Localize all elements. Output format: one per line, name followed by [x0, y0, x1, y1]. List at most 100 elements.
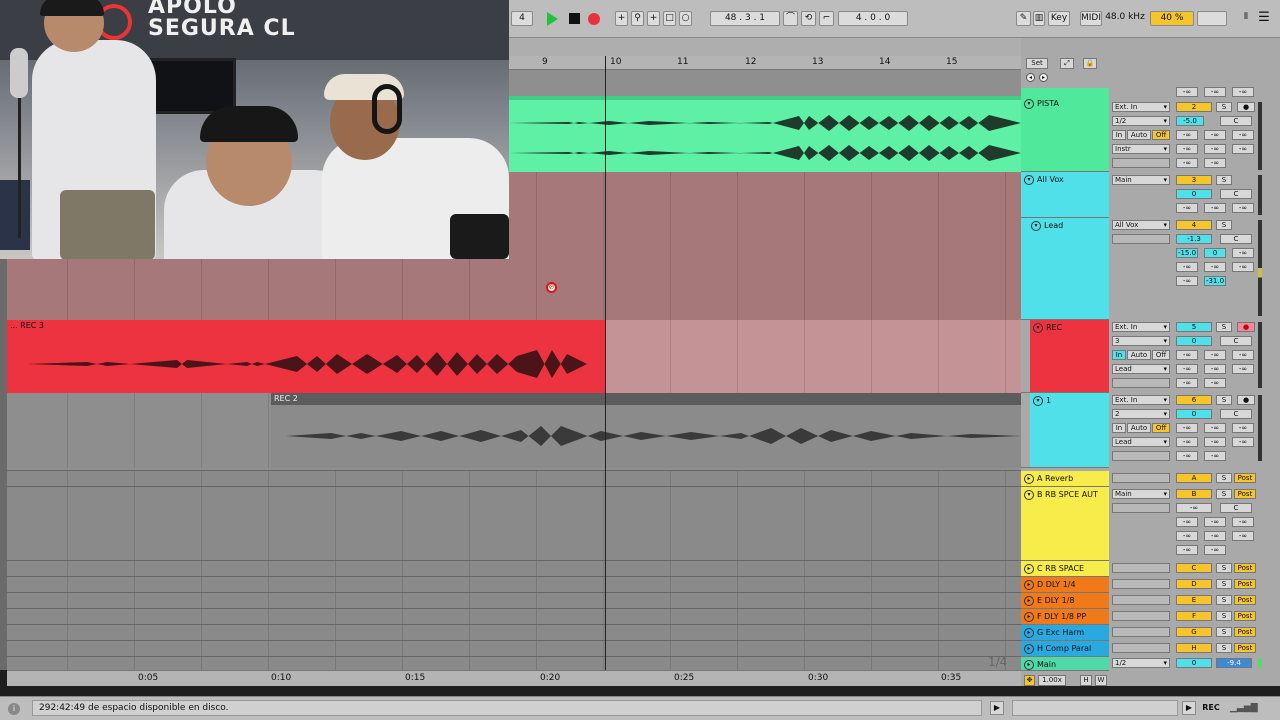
- solo-button[interactable]: S: [1216, 395, 1232, 405]
- monitor-in-button[interactable]: In: [1112, 423, 1126, 433]
- arrangement-position[interactable]: 48 . 3 . 1: [710, 11, 780, 26]
- send-knob[interactable]: -∞: [1232, 248, 1254, 258]
- record-icon[interactable]: [588, 13, 600, 25]
- send-knob[interactable]: -∞: [1176, 378, 1198, 388]
- return-header-d[interactable]: ▸ D DLY 1/4: [1021, 577, 1109, 593]
- output-channel-select[interactable]: [1112, 503, 1170, 513]
- pan-field[interactable]: C: [1220, 503, 1252, 513]
- volume-field[interactable]: 0: [1176, 336, 1212, 346]
- solo-button[interactable]: S: [1216, 220, 1232, 230]
- lane-return-c[interactable]: [0, 560, 1021, 576]
- track-number[interactable]: 3: [1176, 175, 1212, 185]
- time-ruler[interactable]: 0:05 0:10 0:15 0:20 0:25 0:30 0:35: [7, 670, 1021, 686]
- follow-icon[interactable]: ⌒: [783, 11, 798, 26]
- send-knob[interactable]: -∞: [1204, 531, 1226, 541]
- fold-icon[interactable]: ▾: [1024, 490, 1034, 500]
- send-knob[interactable]: -∞: [1232, 262, 1254, 272]
- device-drop-area[interactable]: [1012, 700, 1178, 716]
- capture-midi-icon[interactable]: □: [663, 11, 676, 26]
- send-knob[interactable]: -∞: [1232, 130, 1254, 140]
- lane-return-f[interactable]: [0, 608, 1021, 624]
- output-channel-select[interactable]: [1112, 451, 1170, 461]
- send-knob[interactable]: -∞: [1176, 350, 1198, 360]
- monitor-off-button[interactable]: Off: [1152, 130, 1170, 140]
- return-letter[interactable]: D: [1176, 579, 1212, 589]
- send-knob[interactable]: -∞: [1204, 262, 1226, 272]
- monitor-off-button[interactable]: Off: [1152, 350, 1170, 360]
- monitor-in-button[interactable]: In: [1112, 130, 1126, 140]
- post-button[interactable]: Post: [1234, 627, 1256, 637]
- return-output-select[interactable]: [1112, 473, 1170, 483]
- stop-icon[interactable]: [569, 13, 580, 24]
- pan-field[interactable]: C: [1220, 116, 1252, 126]
- send-knob[interactable]: -∞: [1204, 545, 1226, 555]
- zoom-icon[interactable]: ✥: [1024, 675, 1035, 686]
- send-knob[interactable]: 0: [1204, 248, 1226, 258]
- fold-icon[interactable]: ▾: [1033, 396, 1043, 406]
- track-number[interactable]: 2: [1176, 102, 1212, 112]
- volume-field[interactable]: -1.3: [1176, 234, 1212, 244]
- send-knob[interactable]: -∞: [1204, 364, 1226, 374]
- output-select[interactable]: Main: [1112, 175, 1170, 185]
- volume-field[interactable]: 0: [1176, 189, 1212, 199]
- return-letter[interactable]: C: [1176, 563, 1212, 573]
- beat-ruler[interactable]: 9 10 11 12 13 14 15: [509, 56, 1021, 70]
- monitor-in-button[interactable]: In: [1112, 350, 1126, 360]
- play-icon[interactable]: ▸: [1024, 564, 1034, 574]
- solo-button[interactable]: S: [1216, 563, 1232, 573]
- lock-icon[interactable]: 🔒: [1083, 58, 1097, 69]
- tempo-nudge-field[interactable]: 4: [511, 11, 533, 26]
- send-knob[interactable]: -∞: [1176, 203, 1198, 213]
- return-output-select[interactable]: [1112, 579, 1170, 589]
- send-knob[interactable]: -∞: [1232, 517, 1254, 527]
- return-output-select[interactable]: [1112, 611, 1170, 621]
- solo-button[interactable]: S: [1216, 102, 1232, 112]
- lane-return-b[interactable]: [0, 486, 1021, 560]
- send-knob[interactable]: -∞: [1176, 130, 1198, 140]
- post-button[interactable]: Post: [1234, 643, 1256, 653]
- arm-button[interactable]: ●: [1237, 395, 1255, 405]
- master-volume-field[interactable]: 0: [1176, 658, 1212, 668]
- send-knob[interactable]: -∞: [1204, 87, 1226, 97]
- input-type-select[interactable]: Ext. In: [1112, 102, 1170, 112]
- return-header-e[interactable]: ▸ E DLY 1/8: [1021, 593, 1109, 609]
- volume-field[interactable]: -∞: [1176, 503, 1212, 513]
- solo-button[interactable]: S: [1216, 473, 1232, 483]
- play-icon[interactable]: ▸: [1024, 596, 1034, 606]
- re-enable-automation-icon[interactable]: +: [647, 11, 660, 26]
- loop-switch-icon[interactable]: ⟲: [801, 11, 816, 26]
- send-knob[interactable]: -∞: [1176, 531, 1198, 541]
- menu-icon[interactable]: ☰: [1256, 11, 1272, 26]
- solo-button[interactable]: S: [1216, 643, 1232, 653]
- return-header-g[interactable]: ▸ G Exc Harm: [1021, 625, 1109, 641]
- loop-length[interactable]: 4 . 0 . 0: [838, 11, 908, 26]
- info-icon[interactable]: i: [8, 703, 20, 715]
- track-header-all-vox[interactable]: ▾ All Vox: [1021, 172, 1109, 218]
- scroll-left-icon[interactable]: ◂: [1026, 73, 1035, 82]
- master-level-field[interactable]: -9.4: [1216, 658, 1252, 668]
- send-knob[interactable]: -∞: [1232, 203, 1254, 213]
- send-knob[interactable]: -∞: [1176, 364, 1198, 374]
- send-knob[interactable]: -∞: [1176, 451, 1198, 461]
- solo-button[interactable]: S: [1216, 627, 1232, 637]
- output-select[interactable]: All Vox: [1112, 220, 1170, 230]
- arm-button[interactable]: ●: [1237, 102, 1255, 112]
- return-output-select[interactable]: [1112, 563, 1170, 573]
- return-output-select[interactable]: [1112, 643, 1170, 653]
- key-map-button[interactable]: Key: [1048, 11, 1070, 26]
- send-knob[interactable]: -∞: [1232, 87, 1254, 97]
- output-select[interactable]: Lead: [1112, 437, 1170, 447]
- send-knob[interactable]: -∞: [1176, 276, 1198, 286]
- track-header-1[interactable]: ▾ 1: [1021, 393, 1109, 468]
- set-button[interactable]: Set: [1026, 58, 1048, 69]
- play-icon[interactable]: ▸: [1024, 644, 1034, 654]
- arm-button[interactable]: ●: [1237, 322, 1255, 332]
- output-channel-select[interactable]: [1112, 158, 1170, 168]
- optimize-height-button[interactable]: H: [1080, 675, 1092, 686]
- play-icon[interactable]: ▶: [990, 701, 1004, 715]
- post-button[interactable]: Post: [1234, 611, 1256, 621]
- pan-field[interactable]: C: [1220, 234, 1252, 244]
- play-icon[interactable]: ▸: [1024, 580, 1034, 590]
- volume-field[interactable]: -5.0: [1176, 116, 1204, 126]
- send-knob[interactable]: -∞: [1232, 437, 1254, 447]
